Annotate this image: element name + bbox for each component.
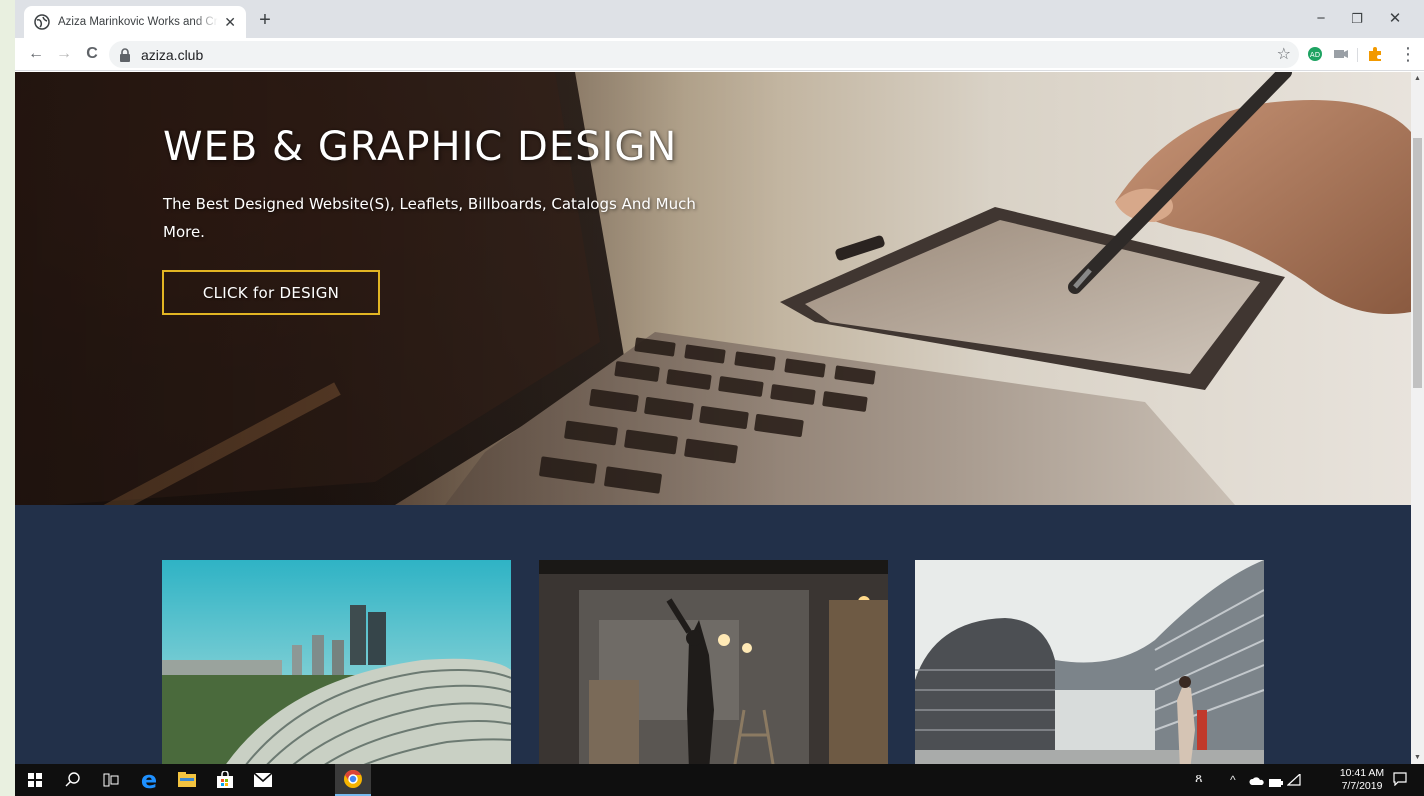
architecture-photo-dome-icon [162,560,511,764]
address-bar[interactable]: aziza.club ☆ [109,41,1299,68]
tab-close-icon[interactable]: ✕ [224,13,236,31]
onedrive-icon[interactable] [1249,775,1265,789]
back-button[interactable]: ← [25,43,47,65]
gallery-card[interactable] [915,560,1264,764]
windows-taskbar: e ጸ ^ 10:41 AM 7/7/2019 [15,764,1424,796]
windows-start-icon[interactable] [17,764,53,796]
clock-time: 10:41 AM [1339,767,1385,779]
search-icon[interactable] [55,764,91,796]
globe-icon [34,14,50,30]
puzzle-extension-icon[interactable] [1367,46,1383,62]
tab-strip: Aziza Marinkovic Works and Creative ✕ + … [15,0,1424,38]
toolbar-divider [1357,48,1358,62]
modern-building-photo-icon [915,560,1264,764]
reload-button[interactable]: C [81,43,103,65]
hero-title: WEB & GRAPHIC DESIGN [163,124,678,170]
gallery-card[interactable] [539,560,888,764]
action-center-icon[interactable] [1393,772,1407,789]
web-page: WEB & GRAPHIC DESIGN The Best Designed W… [15,72,1411,764]
forward-button[interactable]: → [53,43,75,65]
battery-icon[interactable] [1269,776,1283,790]
scroll-down-icon[interactable]: ▼ [1414,754,1421,761]
hero-banner: WEB & GRAPHIC DESIGN The Best Designed W… [15,72,1411,505]
taskbar-clock[interactable]: 10:41 AM 7/7/2019 [1336,767,1388,793]
browser-window: Aziza Marinkovic Works and Creative ✕ + … [15,0,1424,764]
show-hidden-icons-icon[interactable]: ^ [1230,773,1236,787]
gallery-card[interactable] [162,560,511,764]
tab-title: Aziza Marinkovic Works and Creative [58,16,218,28]
video-extension-icon[interactable] [1333,46,1349,62]
svg-text:AD: AD [1310,51,1320,59]
edge-icon[interactable]: e [131,764,167,796]
mail-icon[interactable] [245,764,281,796]
url-text: aziza.club [141,46,204,63]
chrome-icon[interactable] [335,764,371,796]
file-explorer-icon[interactable] [169,764,205,796]
new-tab-button[interactable]: + [253,9,277,33]
portfolio-gallery [15,505,1411,764]
browser-toolbar: ← → C aziza.club ☆ AD ⋮ [15,38,1424,71]
hero-subtitle: The Best Designed Website(S), Leaflets, … [163,195,696,241]
browser-tab[interactable]: Aziza Marinkovic Works and Creative ✕ [24,6,246,38]
browser-menu-icon[interactable]: ⋮ [1397,43,1419,65]
store-icon[interactable] [207,764,243,796]
bookmark-star-icon[interactable]: ☆ [1277,44,1291,64]
wifi-icon[interactable] [1286,772,1301,789]
adblock-extension-icon[interactable]: AD [1307,46,1323,62]
scrollbar-thumb[interactable] [1413,138,1422,388]
construction-worker-photo-icon [539,560,888,764]
close-window-button[interactable]: ✕ [1375,8,1415,30]
clock-date: 7/7/2019 [1341,780,1383,792]
lock-icon [120,47,130,62]
click-for-design-button[interactable]: CLICK for DESIGN [162,270,380,315]
scroll-up-icon[interactable]: ▲ [1414,75,1421,82]
task-view-icon[interactable] [93,764,129,796]
vertical-scrollbar[interactable]: ▲ ▼ [1411,72,1424,764]
restore-button[interactable]: ❐ [1337,8,1377,30]
people-icon[interactable]: ጸ [1195,770,1203,786]
minimize-button[interactable]: − [1301,8,1341,30]
